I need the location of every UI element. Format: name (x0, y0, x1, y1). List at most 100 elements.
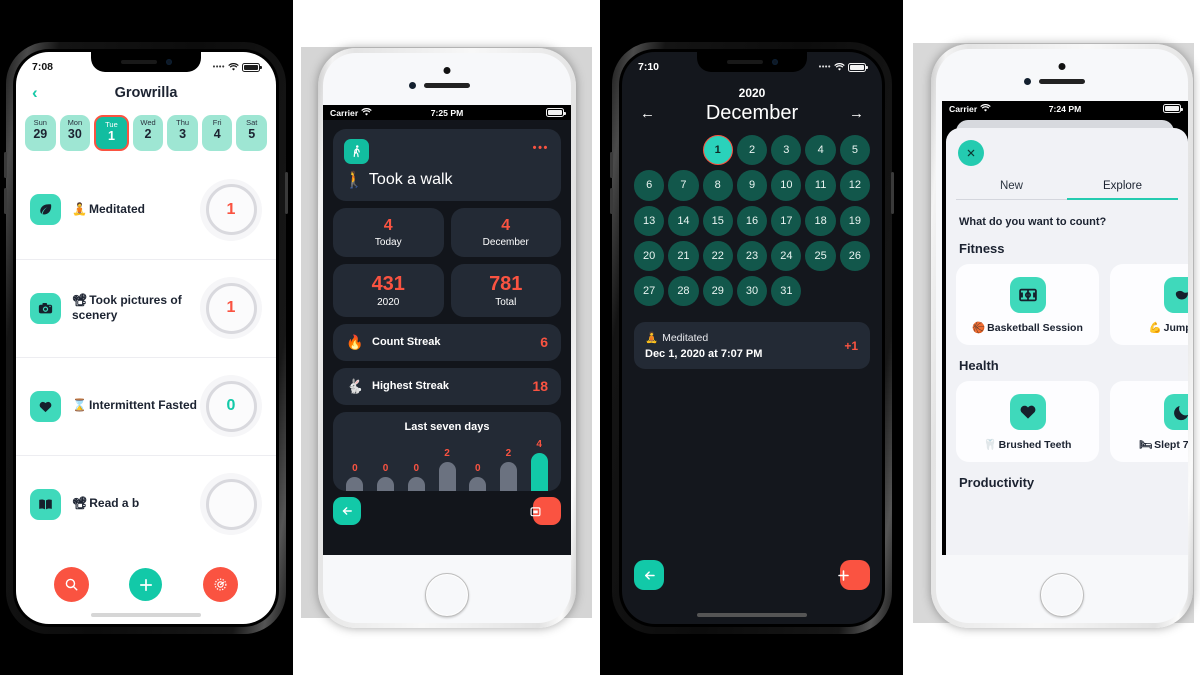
calendar-day-cell[interactable]: 8 (702, 170, 733, 201)
panel-habit-list: 7:08 •••• ‹ Growrilla Sun 29 Mon 30 Tue 1 Wed 2… (0, 0, 293, 675)
calendar-day-cell[interactable]: 26 (839, 240, 871, 272)
calendar-day-cell[interactable]: 22 (702, 240, 733, 272)
calendar-fab[interactable] (529, 497, 561, 525)
calendar-day-cell[interactable]: 16 (736, 205, 768, 236)
panel-explore-sheet: Carrier 7:24 PM New Explore What do you … (903, 0, 1200, 675)
habit-count-ring[interactable]: 0 (200, 375, 262, 438)
week-day-wed[interactable]: Wed 2 (132, 115, 164, 151)
phone-top-bezel (323, 53, 571, 105)
calendar-day-cell[interactable]: 17 (771, 205, 802, 236)
habit-emoji: 🧘 (72, 201, 87, 216)
week-day-sun[interactable]: Sun 29 (25, 115, 56, 151)
calendar-day-cell[interactable]: 30 (736, 276, 768, 307)
calendar-day-cell[interactable]: 14 (668, 205, 699, 236)
calendar-day-cell[interactable]: 1 (702, 135, 733, 166)
calendar-day-cell[interactable]: 31 (771, 276, 802, 307)
habit-count-ring[interactable] (200, 473, 262, 536)
category-title: Productivity (959, 475, 1035, 490)
preset-habit-card[interactable]: 🛏Slept 7-9 hour (1110, 381, 1188, 462)
month-navigator: ← December → (632, 100, 872, 135)
volume-down-button[interactable] (610, 188, 613, 214)
calendar-day-cell[interactable]: 11 (805, 170, 836, 201)
walking-icon-badge (344, 139, 369, 164)
week-day-thu[interactable]: Thu 3 (167, 115, 198, 151)
calendar-day-cell[interactable]: 10 (771, 170, 802, 201)
habit-list: 🧘 Meditated 1 📽 Took pictures of scenery 1 ⌛ In… (16, 161, 276, 553)
week-day-number: 2 (144, 127, 152, 142)
calendar-day-cell[interactable]: 4 (805, 135, 836, 166)
home-button[interactable] (425, 573, 469, 617)
wifi-icon (361, 108, 372, 116)
habit-count-ring[interactable]: 1 (200, 277, 262, 340)
habit-header-card[interactable]: ••• 🚶 Took a walk (333, 129, 561, 201)
tab-explore[interactable]: Explore (1067, 180, 1178, 200)
add-fab[interactable] (129, 568, 163, 601)
stat-card: 4 Today (333, 208, 444, 257)
calendar-day-cell[interactable]: 20 (634, 240, 665, 272)
preset-habit-card[interactable]: 💪Jumped R (1110, 264, 1188, 345)
calendar-day-cell[interactable]: 29 (702, 276, 733, 307)
week-day-mon[interactable]: Mon 30 (59, 115, 91, 151)
status-bar-2: Carrier 7:25 PM (323, 105, 571, 120)
calendar-day-cell[interactable]: 6 (634, 170, 665, 201)
back-fab[interactable] (634, 560, 664, 590)
calendar-day-cell[interactable]: 15 (702, 205, 733, 236)
calendar-day-cell[interactable]: 19 (839, 205, 871, 236)
close-button[interactable] (958, 140, 984, 166)
week-day-number: 4 (213, 127, 221, 142)
category-card-row: 🦷Brushed Teeth 🛏Slept 7-9 hour (956, 381, 1188, 462)
streak-label: Count Streak (372, 336, 441, 349)
stat-value: 431 (371, 272, 405, 295)
arrow-left-icon[interactable]: ← (640, 105, 655, 122)
search-fab[interactable] (54, 567, 90, 602)
calendar-day-cell[interactable]: 28 (668, 276, 699, 307)
tab-new[interactable]: New (956, 180, 1067, 200)
home-button[interactable] (1040, 573, 1084, 617)
calendar-day-cell[interactable]: 21 (668, 240, 699, 272)
habit-row[interactable]: ⌛ Intermittent Fasted 0 (16, 356, 276, 455)
search-icon (65, 578, 78, 591)
event-timestamp: Dec 1, 2020 at 7:07 PM (645, 348, 763, 361)
volume-down-button[interactable] (4, 188, 7, 214)
rabbit-icon: 🐇 (346, 377, 364, 394)
week-day-fri[interactable]: Fri 4 (201, 115, 233, 151)
habit-label: ⌛ Intermittent Fasted (72, 398, 197, 414)
back-fab[interactable] (333, 497, 361, 525)
week-day-sat[interactable]: Sat 5 (236, 115, 268, 151)
calendar-day-cell[interactable]: 24 (771, 240, 802, 272)
week-day-tue[interactable]: Tue 1 (94, 115, 129, 151)
arrow-right-icon[interactable]: → (849, 105, 864, 122)
calendar-day-cell[interactable]: 13 (634, 205, 665, 236)
calendar-day-cell[interactable]: 27 (634, 276, 665, 307)
habit-row[interactable]: 📽 Took pictures of scenery 1 (16, 258, 276, 357)
power-button[interactable] (285, 172, 288, 214)
calendar-day-cell[interactable]: 3 (771, 135, 802, 166)
calendar-day-cell[interactable]: 9 (736, 170, 768, 201)
calendar-day-cell[interactable]: 25 (805, 240, 836, 272)
calendar-day-cell[interactable]: 2 (736, 135, 768, 166)
volume-up-button[interactable] (4, 152, 7, 178)
walking-icon (353, 145, 360, 158)
power-button[interactable] (891, 172, 894, 214)
phone-screen-1: 7:08 •••• ‹ Growrilla Sun 29 Mon 30 Tue 1 Wed 2… (16, 52, 276, 624)
calendar-day-cell[interactable]: 12 (839, 170, 871, 201)
chart-bar-column: 0 (465, 439, 491, 491)
habit-row[interactable]: 🧘 Meditated 1 (16, 161, 276, 259)
calendar-day-cell[interactable]: 18 (805, 205, 836, 236)
add-fab[interactable] (837, 560, 870, 590)
calendar-day-cell[interactable]: 7 (668, 170, 699, 201)
calendar-day-cell[interactable]: 5 (839, 135, 871, 166)
category-title: Health (959, 358, 999, 373)
preset-habit-card[interactable]: 🏀 Basketball Session (956, 264, 1099, 345)
camera-icon-badge (30, 292, 61, 324)
home-indicator[interactable] (91, 613, 201, 617)
habit-row[interactable]: 📽 Read a b (16, 454, 276, 553)
volume-up-button[interactable] (610, 152, 613, 178)
preset-habit-card[interactable]: 🦷 Brushed Teeth (956, 381, 1099, 462)
calendar-day-cell[interactable]: 23 (736, 240, 768, 272)
event-card[interactable]: 🧘 Meditated Dec 1, 2020 at 7:07 PM +1 (634, 322, 870, 370)
ellipsis-icon[interactable]: ••• (533, 142, 549, 154)
home-indicator[interactable] (697, 613, 807, 617)
habit-count-ring[interactable]: 1 (200, 178, 262, 241)
settings-fab[interactable] (202, 567, 238, 602)
